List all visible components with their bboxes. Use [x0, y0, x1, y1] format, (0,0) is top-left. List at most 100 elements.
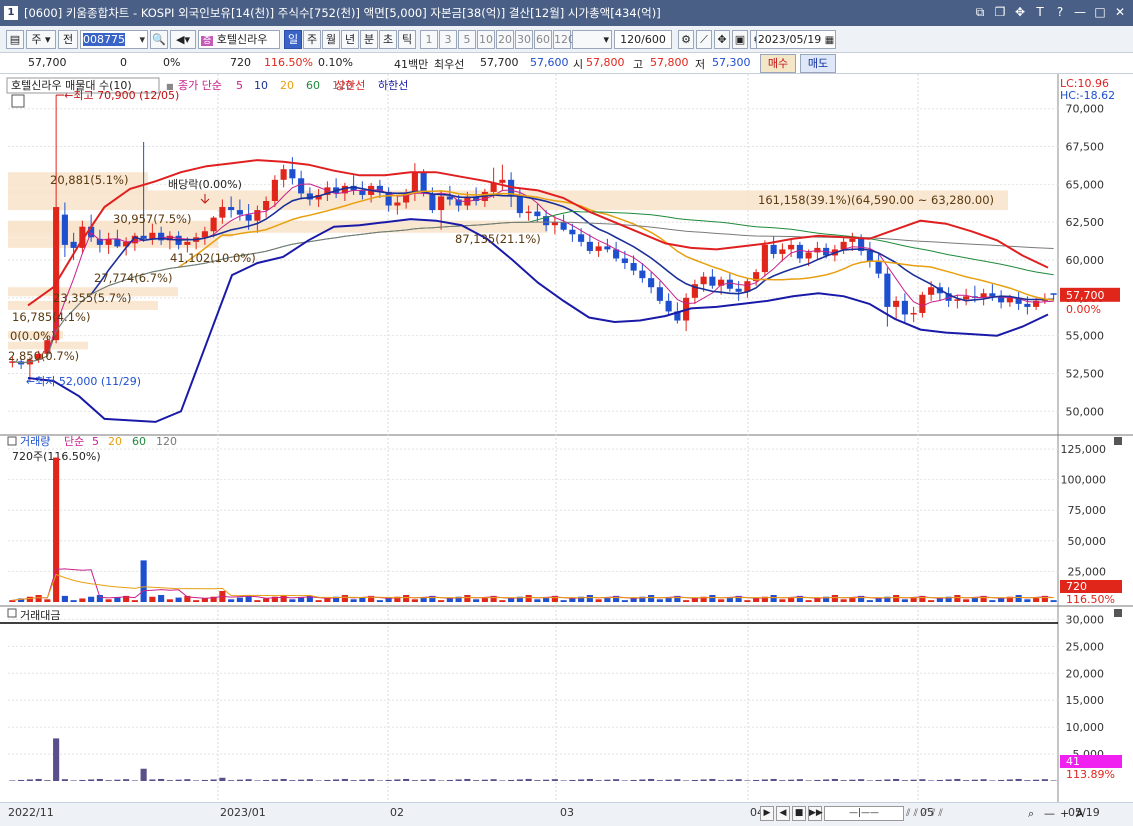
- move-icon[interactable]: ✥: [1013, 4, 1027, 20]
- amount-bar: [105, 780, 112, 781]
- font-size-icon[interactable]: A: [1076, 806, 1090, 821]
- amount-bar: [131, 780, 138, 781]
- amount-bar: [315, 780, 322, 781]
- minimize-icon[interactable]: —: [1073, 4, 1087, 20]
- volume-bar: [35, 595, 42, 602]
- price-y-tick: 50,000: [1066, 405, 1105, 418]
- bar-count-field[interactable]: 120/600: [614, 30, 672, 49]
- restore-icon[interactable]: ⧉: [973, 4, 987, 20]
- amount-panel-icon[interactable]: [7, 608, 17, 618]
- amount-bar: [945, 779, 952, 781]
- interval-button-10[interactable]: 10: [477, 30, 495, 49]
- period-tab-0[interactable]: 일: [284, 30, 302, 49]
- candle-body: [770, 244, 777, 254]
- drawing-tools-icon[interactable]: ⫽⫽⟋⫽⫽: [906, 806, 1026, 821]
- volume-bar: [691, 598, 698, 602]
- volume-bar: [840, 599, 847, 602]
- amount-bar: [726, 779, 733, 781]
- interval-button-20[interactable]: 20: [496, 30, 514, 49]
- chart-svg[interactable]: 70,00067,50065,00062,50060,00057,50055,0…: [0, 74, 1133, 802]
- chart-area[interactable]: 70,00067,50065,00062,50060,00057,50055,0…: [0, 74, 1133, 802]
- interval-button-1[interactable]: 1: [420, 30, 438, 49]
- period-tab-6[interactable]: 틱: [398, 30, 416, 49]
- candle-body: [438, 196, 445, 211]
- amount-tag-text: 41: [1066, 755, 1080, 768]
- search-icon[interactable]: 🔍: [150, 30, 168, 49]
- amount-bar: [1006, 779, 1013, 781]
- volume-panel-icon[interactable]: [7, 436, 17, 446]
- sell-button[interactable]: 매도: [800, 54, 836, 73]
- volume-profile-label: 161,158(39.1%)(64,590.00 ~ 63,280.00): [758, 193, 994, 207]
- amount-close-icon[interactable]: [1114, 609, 1122, 617]
- volume-close-icon[interactable]: [1114, 437, 1122, 445]
- zoom-out-icon[interactable]: —: [1044, 806, 1058, 821]
- interval-custom-select[interactable]: ▾: [572, 30, 612, 49]
- interval-button-5[interactable]: 5: [458, 30, 476, 49]
- line-tool-icon[interactable]: ⟋: [696, 30, 712, 49]
- settings-tool-icon[interactable]: ⚙: [678, 30, 694, 49]
- candle-body: [805, 252, 812, 259]
- prev-button[interactable]: 전: [58, 30, 78, 49]
- candle-body: [621, 258, 628, 264]
- candle-body: [901, 300, 908, 315]
- calendar-icon[interactable]: ▦: [825, 35, 834, 46]
- amount-bar: [473, 780, 480, 781]
- amount-bar: [228, 780, 235, 781]
- volume-bar: [893, 595, 900, 602]
- maximize-icon[interactable]: □: [1093, 4, 1107, 20]
- period-tab-1[interactable]: 주: [303, 30, 321, 49]
- stop-icon[interactable]: ■: [792, 806, 806, 821]
- table-icon[interactable]: [11, 94, 25, 108]
- current-pct-text: 0.00%: [1066, 303, 1101, 316]
- market-select[interactable]: 주 ▾: [26, 30, 56, 49]
- tile-icon[interactable]: ❐: [993, 4, 1007, 20]
- amount-bar: [665, 779, 672, 781]
- volume-bar: [569, 598, 576, 602]
- amount-bar: [376, 780, 383, 781]
- amount-bar: [499, 780, 506, 781]
- volume-bar: [61, 595, 68, 602]
- save-icon[interactable]: ▣: [732, 30, 748, 49]
- zoom-slider[interactable]: —|——: [824, 806, 904, 821]
- volume-profile-label: 87,135(21.1%): [455, 232, 541, 246]
- period-tab-5[interactable]: 초: [379, 30, 397, 49]
- crosshair-icon[interactable]: ✥: [714, 30, 730, 49]
- play-icon[interactable]: ▶▶: [808, 806, 823, 821]
- candle-body: [866, 250, 873, 262]
- volume-bar: [236, 597, 243, 602]
- volume-y-tick: 75,000: [1068, 504, 1107, 517]
- volume-bar: [1033, 597, 1040, 602]
- stock-name-field[interactable]: 증 호텔신라우: [198, 30, 280, 49]
- amount-bar: [1033, 779, 1040, 781]
- buy-button[interactable]: 매수: [760, 54, 796, 73]
- period-tab-3[interactable]: 년: [341, 30, 359, 49]
- help-icon[interactable]: ?: [1053, 4, 1067, 20]
- interval-button-30[interactable]: 30: [515, 30, 533, 49]
- candle-body: [884, 273, 891, 307]
- amount-bar: [254, 780, 261, 781]
- volume-legend-period: 20: [108, 435, 122, 448]
- text-icon[interactable]: T: [1033, 4, 1047, 20]
- interval-button-60[interactable]: 60: [534, 30, 552, 49]
- date-field[interactable]: 2023/05/19 ▦: [756, 30, 836, 49]
- amount-bar: [394, 779, 401, 781]
- period-tab-2[interactable]: 월: [322, 30, 340, 49]
- interval-button-3[interactable]: 3: [439, 30, 457, 49]
- chart-type-icon[interactable]: ▤: [6, 30, 24, 49]
- zoom-search-icon[interactable]: ⌕: [1028, 806, 1042, 821]
- zoom-in-icon[interactable]: +: [1060, 806, 1074, 821]
- scroll-prev-icon[interactable]: ◀: [776, 806, 790, 821]
- scroll-left-icon[interactable]: ▶: [760, 806, 774, 821]
- volume-profile-label: 2,850(0.7%): [8, 349, 79, 363]
- min-label: ←최저 52,000 (11/29): [26, 375, 141, 388]
- amount-legend-name: 거래대금: [20, 609, 60, 622]
- speaker-icon[interactable]: ◀▾: [170, 30, 196, 49]
- volume-bar: [158, 595, 165, 602]
- amount-tag-pct: 113.89%: [1066, 768, 1115, 781]
- stock-code-input[interactable]: 008775 ▾: [80, 30, 148, 49]
- period-tab-4[interactable]: 분: [360, 30, 378, 49]
- interval-button-120[interactable]: 120: [553, 30, 575, 49]
- candle-body: [1050, 293, 1057, 295]
- close-icon[interactable]: ✕: [1113, 4, 1127, 20]
- x-axis-label: 03: [560, 806, 574, 819]
